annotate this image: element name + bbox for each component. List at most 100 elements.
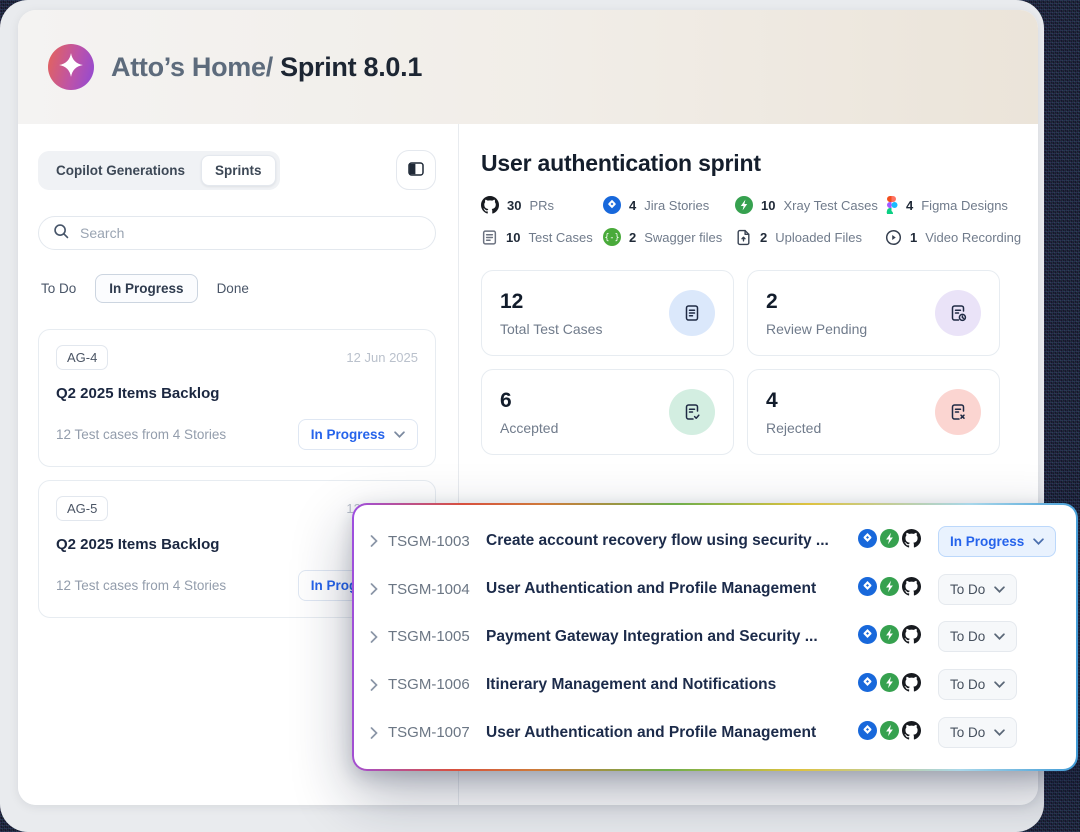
breadcrumb-brand: Atto’s Home/ [111, 52, 273, 82]
test-case-status-dropdown[interactable]: To Do [938, 669, 1017, 700]
jira-icon [603, 196, 621, 214]
search-bar [38, 216, 436, 250]
tab-sprints[interactable]: Sprints [201, 155, 276, 186]
chevron-right-icon[interactable] [370, 631, 378, 643]
sprint-key-badge: AG-4 [56, 345, 108, 370]
test-case-row[interactable]: TSGM-1004 User Authentication and Profil… [354, 574, 1076, 605]
sprint-card-ag4[interactable]: AG-4 12 Jun 2025 Q2 2025 Items Backlog 1… [38, 329, 436, 467]
test-case-row[interactable]: TSGM-1007 User Authentication and Profil… [354, 717, 1076, 748]
figma-icon [885, 196, 898, 214]
status-label: To Do [950, 582, 985, 597]
card-rejected: 4 Rejected [747, 369, 1000, 455]
sprint-date: 12 Jun 2025 [346, 350, 418, 365]
test-cases-icon [481, 229, 498, 246]
test-case-title: Create account recovery flow using secur… [486, 532, 848, 550]
chevron-down-icon [394, 431, 405, 438]
stat-jira-stories: 4 Jira Stories [603, 196, 735, 214]
github-icon [902, 625, 921, 649]
xray-icon [880, 721, 899, 745]
sprint-stats: 30 PRs 4 Jira Stories 10 [481, 196, 1038, 246]
filter-in-progress[interactable]: In Progress [95, 274, 197, 303]
test-case-status-dropdown[interactable]: To Do [938, 574, 1017, 605]
sprint-key-badge: AG-5 [56, 496, 108, 521]
sprint-status-dropdown[interactable]: In Progress [298, 419, 418, 450]
search-input[interactable] [80, 225, 422, 241]
test-case-key: TSGM-1004 [388, 581, 476, 598]
sidebar-panel-icon [406, 159, 426, 182]
test-cases-overlay: TSGM-1003 Create account recovery flow u… [352, 503, 1078, 771]
status-label: To Do [950, 677, 985, 692]
card-total-test-cases: 12 Total Test Cases [481, 270, 734, 356]
xray-icon [880, 529, 899, 553]
github-icon [902, 673, 921, 697]
test-case-key: TSGM-1007 [388, 724, 476, 741]
document-icon [669, 290, 715, 336]
swagger-icon: {-} [603, 228, 621, 246]
filter-todo[interactable]: To Do [38, 274, 79, 303]
chevron-down-icon [994, 633, 1005, 640]
test-case-row[interactable]: TSGM-1006 Itinerary Management and Notif… [354, 669, 1076, 700]
document-clock-icon [935, 290, 981, 336]
sprint-card-subtitle: 12 Test cases from 4 Stories [56, 427, 226, 442]
sprint-card-subtitle: 12 Test cases from 4 Stories [56, 578, 226, 593]
summary-cards: 12 Total Test Cases 2 Review Pending [481, 270, 1038, 455]
github-icon [902, 529, 921, 553]
chevron-right-icon[interactable] [370, 679, 378, 691]
search-icon [52, 222, 70, 245]
test-case-status-dropdown[interactable]: To Do [938, 621, 1017, 652]
chevron-down-icon [1033, 538, 1044, 545]
test-case-key: TSGM-1003 [388, 533, 476, 550]
chevron-down-icon [994, 681, 1005, 688]
chevron-right-icon[interactable] [370, 727, 378, 739]
xray-icon [735, 196, 753, 214]
panel-toggle-button[interactable] [396, 150, 436, 190]
source-icons [858, 673, 921, 697]
test-case-title: Payment Gateway Integration and Security… [486, 628, 848, 646]
test-case-title: Itinerary Management and Notifications [486, 676, 848, 694]
chevron-down-icon [994, 729, 1005, 736]
source-icons [858, 529, 921, 553]
filter-done[interactable]: Done [214, 274, 252, 303]
test-case-title: User Authentication and Profile Manageme… [486, 580, 848, 598]
source-icons [858, 721, 921, 745]
view-switcher: Copilot Generations Sprints [38, 151, 280, 190]
sparkle-star-icon [58, 52, 84, 83]
document-x-icon [935, 389, 981, 435]
document-check-icon [669, 389, 715, 435]
stat-test-cases: 10 Test Cases [481, 228, 603, 246]
sprint-card-title: Q2 2025 Items Backlog [56, 385, 418, 402]
github-icon [481, 196, 499, 214]
chevron-right-icon[interactable] [370, 535, 378, 547]
github-icon [902, 577, 921, 601]
jira-icon [858, 577, 877, 601]
source-icons [858, 625, 921, 649]
sprint-title: User authentication sprint [481, 150, 1038, 177]
jira-icon [858, 625, 877, 649]
card-review-pending: 2 Review Pending [747, 270, 1000, 356]
app-logo [48, 44, 94, 90]
video-icon [885, 229, 902, 246]
app-header: Atto’s Home/ Sprint 8.0.1 [18, 10, 1038, 124]
stat-xray-test-cases: 10 Xray Test Cases [735, 196, 885, 214]
breadcrumb-current: Sprint 8.0.1 [273, 52, 422, 82]
tab-copilot-generations[interactable]: Copilot Generations [42, 155, 199, 186]
desktop-background: Atto’s Home/ Sprint 8.0.1 Copilot Genera… [0, 0, 1080, 832]
status-label: To Do [950, 629, 985, 644]
test-case-title: User Authentication and Profile Manageme… [486, 724, 848, 742]
test-case-status-dropdown[interactable]: In Progress [938, 526, 1056, 557]
sprint-status-label: In Progress [311, 427, 385, 442]
status-label: To Do [950, 725, 985, 740]
stat-video-recording: 1 Video Recording [885, 228, 1038, 246]
jira-icon [858, 673, 877, 697]
test-case-key: TSGM-1006 [388, 676, 476, 693]
status-filters: To Do In Progress Done [38, 274, 436, 303]
chevron-right-icon[interactable] [370, 583, 378, 595]
github-icon [902, 721, 921, 745]
test-case-status-dropdown[interactable]: To Do [938, 717, 1017, 748]
test-case-row[interactable]: TSGM-1005 Payment Gateway Integration an… [354, 621, 1076, 652]
xray-icon [880, 625, 899, 649]
test-case-row[interactable]: TSGM-1003 Create account recovery flow u… [354, 526, 1076, 557]
stat-prs: 30 PRs [481, 196, 603, 214]
card-accepted: 6 Accepted [481, 369, 734, 455]
stat-uploaded-files: 2 Uploaded Files [735, 228, 885, 246]
